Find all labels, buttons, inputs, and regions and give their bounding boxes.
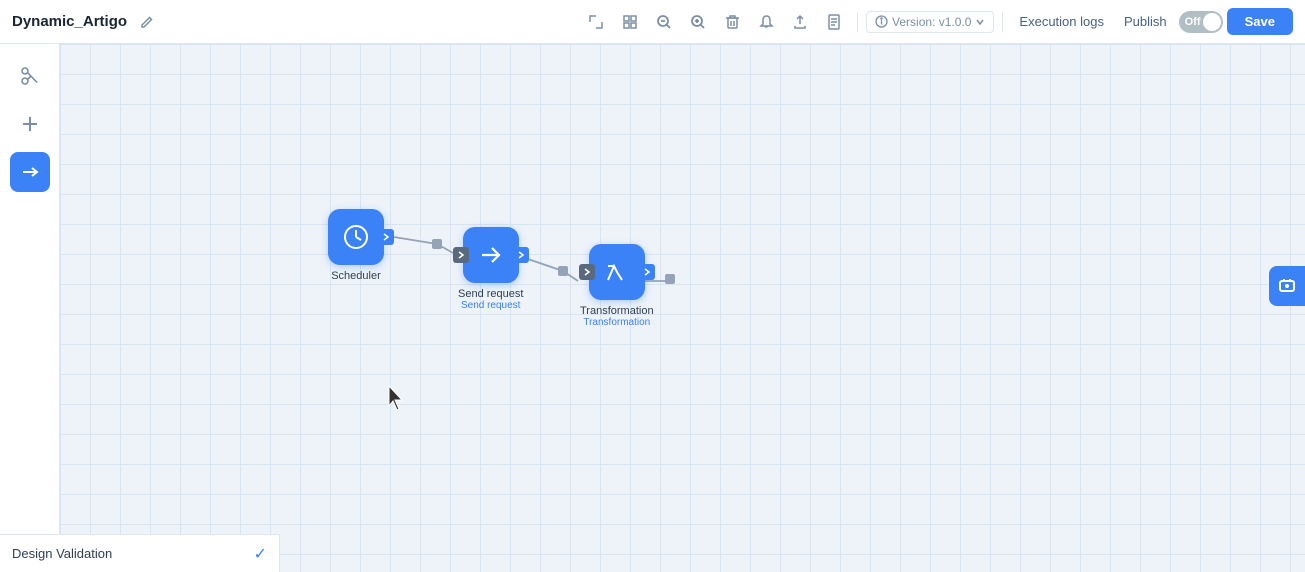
- sep2: [1002, 12, 1003, 32]
- send-request-sublabel: Send request: [461, 300, 521, 311]
- toggle-switch[interactable]: Off: [1179, 11, 1223, 33]
- add-tool-btn[interactable]: [10, 104, 50, 144]
- left-sidebar: [0, 44, 60, 572]
- canvas[interactable]: Scheduler Send request Send request: [60, 44, 1305, 572]
- doc-btn[interactable]: [819, 7, 849, 37]
- edit-title-icon[interactable]: [139, 14, 155, 30]
- send-request-icon: [463, 227, 519, 283]
- execution-logs-btn[interactable]: Execution logs: [1011, 10, 1112, 33]
- canvas-cursor: [385, 384, 407, 417]
- validation-check-icon: ✓: [254, 544, 267, 564]
- transformation-sublabel: Transformation: [583, 317, 650, 328]
- transformation-icon: [589, 244, 645, 300]
- workflow-title: Dynamic_Artigo: [12, 13, 127, 30]
- scheduler-right-port[interactable]: [378, 229, 394, 245]
- sep1: [857, 12, 858, 32]
- send-request-node[interactable]: Send request Send request: [458, 227, 523, 311]
- scheduler-icon: [328, 209, 384, 265]
- send-request-right-port[interactable]: [513, 247, 529, 263]
- zoom-in-btn[interactable]: [683, 7, 713, 37]
- send-request-left-port[interactable]: [453, 247, 469, 263]
- conn-sq2: [558, 266, 568, 276]
- design-validation-label: Design Validation: [12, 546, 244, 561]
- connectors-svg: [60, 44, 1305, 572]
- toggle-label: Off: [1185, 16, 1201, 28]
- toggle-knob: [1203, 13, 1221, 31]
- conn-sq3: [665, 274, 675, 284]
- arrow-tool-btn[interactable]: [10, 152, 50, 192]
- grid-icon-btn[interactable]: [615, 7, 645, 37]
- corner-icon-btn[interactable]: [581, 7, 611, 37]
- bottom-panel: Design Validation ✓: [0, 534, 280, 572]
- transformation-node[interactable]: Transformation Transformation: [580, 244, 654, 328]
- transformation-right-port[interactable]: [639, 264, 655, 280]
- bell-btn[interactable]: [751, 7, 781, 37]
- send-request-label: Send request: [458, 288, 523, 300]
- scheduler-label: Scheduler: [331, 270, 381, 282]
- conn-line1: [394, 237, 437, 244]
- toggle-wrap: Off: [1179, 11, 1223, 33]
- scheduler-node[interactable]: Scheduler: [328, 209, 384, 282]
- upload-btn[interactable]: [785, 7, 815, 37]
- version-text: Version: v1.0.0: [892, 15, 971, 29]
- transformation-left-port[interactable]: [579, 264, 595, 280]
- transformation-label: Transformation: [580, 305, 654, 317]
- conn-sq1: [432, 239, 442, 249]
- delete-btn[interactable]: [717, 7, 747, 37]
- conn-line2b: [563, 271, 578, 281]
- zoom-out-btn[interactable]: [649, 7, 679, 37]
- scissors-tool-btn[interactable]: [10, 56, 50, 96]
- header: Dynamic_Artigo: [0, 0, 1305, 44]
- header-toolbar: Version: v1.0.0 Execution logs Publish O…: [581, 7, 1293, 37]
- publish-btn[interactable]: Publish: [1116, 10, 1175, 33]
- version-badge[interactable]: Version: v1.0.0: [866, 11, 994, 33]
- save-btn[interactable]: Save: [1227, 8, 1293, 35]
- right-float-btn[interactable]: [1269, 266, 1305, 306]
